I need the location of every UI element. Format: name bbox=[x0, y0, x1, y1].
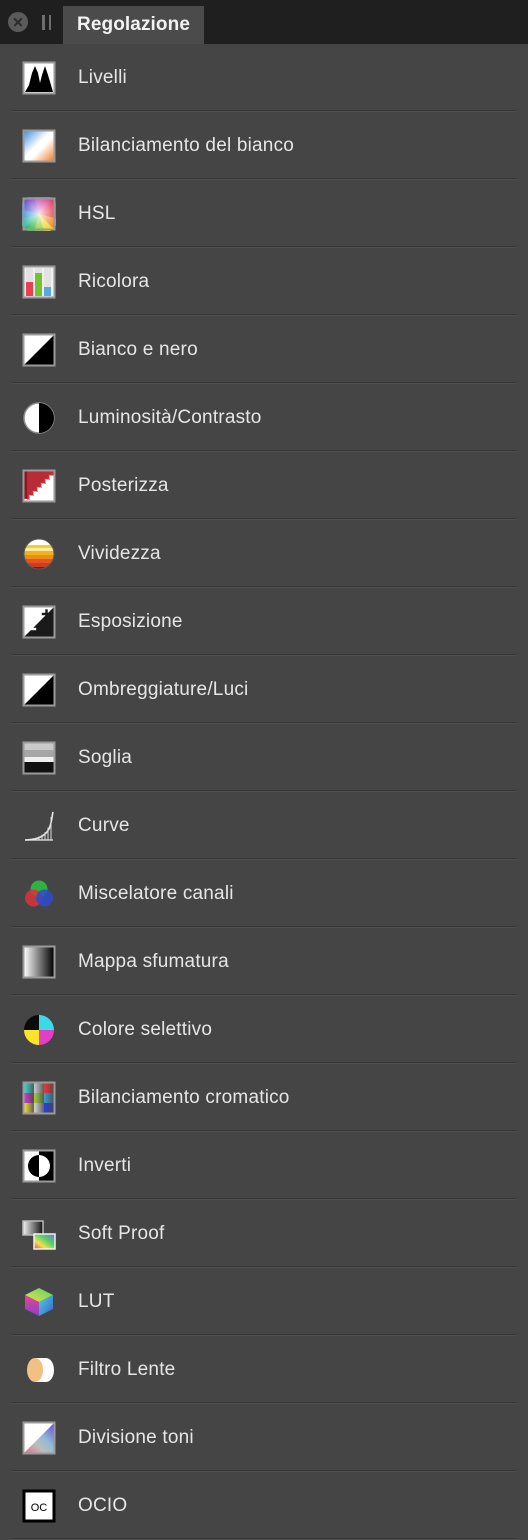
list-item-label: Livelli bbox=[78, 67, 127, 88]
titlebar-controls bbox=[0, 0, 63, 44]
list-item-label: Bilanciamento cromatico bbox=[78, 1087, 290, 1108]
list-item-label: Filtro Lente bbox=[78, 1359, 176, 1380]
svg-text:OC: OC bbox=[31, 1502, 48, 1514]
black-white-diagonal-icon bbox=[22, 333, 56, 367]
list-item-label: Divisione toni bbox=[78, 1427, 194, 1448]
drag-grip-icon[interactable] bbox=[42, 14, 51, 30]
list-item[interactable]: Ricolora bbox=[0, 248, 528, 316]
threshold-bands-icon bbox=[22, 741, 56, 775]
tab-strip-empty bbox=[204, 0, 528, 44]
list-item-label: Ricolora bbox=[78, 271, 150, 292]
list-item-label: Luminosità/Contrasto bbox=[78, 407, 262, 428]
shadows-highlights-icon bbox=[22, 673, 56, 707]
list-item[interactable]: LUT bbox=[0, 1268, 528, 1336]
list-item[interactable]: Soglia bbox=[0, 724, 528, 792]
posterize-steps-icon bbox=[22, 469, 56, 503]
lens-filter-icon bbox=[22, 1353, 56, 1387]
ocio-icon: OC bbox=[22, 1489, 56, 1523]
list-item-label: Esposizione bbox=[78, 611, 183, 632]
list-item-label: Mappa sfumatura bbox=[78, 951, 229, 972]
list-item-label: Ombreggiature/Luci bbox=[78, 679, 249, 700]
list-item[interactable]: Filtro Lente bbox=[0, 1336, 528, 1404]
white-balance-icon bbox=[22, 129, 56, 163]
list-item-label: Inverti bbox=[78, 1155, 132, 1176]
gradient-map-icon bbox=[22, 945, 56, 979]
list-item-label: Vividezza bbox=[78, 543, 161, 564]
list-item-label: Colore selettivo bbox=[78, 1019, 213, 1040]
list-item[interactable]: Luminosità/Contrasto bbox=[0, 384, 528, 452]
list-item[interactable]: Esposizione bbox=[0, 588, 528, 656]
list-item[interactable]: Miscelatore canali bbox=[0, 860, 528, 928]
tab-label: Regolazione bbox=[77, 14, 191, 35]
list-item[interactable]: Curve bbox=[0, 792, 528, 860]
list-item[interactable]: HSL bbox=[0, 180, 528, 248]
list-item-label: Soft Proof bbox=[78, 1223, 165, 1244]
close-icon[interactable] bbox=[8, 12, 28, 32]
color-wheel-icon bbox=[22, 197, 56, 231]
list-item[interactable]: Mappa sfumatura bbox=[0, 928, 528, 996]
list-item-label: LUT bbox=[78, 1291, 115, 1312]
list-item[interactable]: Bilanciamento del bianco bbox=[0, 112, 528, 180]
color-balance-grid-icon bbox=[22, 1081, 56, 1115]
list-item[interactable]: Bilanciamento cromatico bbox=[0, 1064, 528, 1132]
list-item[interactable]: Livelli bbox=[0, 44, 528, 112]
list-item[interactable]: Inverti bbox=[0, 1132, 528, 1200]
soft-proof-icon bbox=[22, 1217, 56, 1251]
brightness-contrast-circle-icon bbox=[22, 401, 56, 435]
adjustment-list: Livelli Bilanciamento del bianco HSL Ric… bbox=[0, 44, 528, 1540]
recolor-bars-icon bbox=[22, 265, 56, 299]
lut-cube-icon bbox=[22, 1285, 56, 1319]
list-item-label: Miscelatore canali bbox=[78, 883, 234, 904]
selective-color-pie-icon bbox=[22, 1013, 56, 1047]
list-item[interactable]: Divisione toni bbox=[0, 1404, 528, 1472]
vibrance-sphere-icon bbox=[22, 537, 56, 571]
exposure-plus-minus-icon bbox=[22, 605, 56, 639]
list-item[interactable]: Colore selettivo bbox=[0, 996, 528, 1064]
invert-icon bbox=[22, 1149, 56, 1183]
list-item-label: Bianco e nero bbox=[78, 339, 198, 360]
panel-titlebar: Regolazione bbox=[0, 0, 528, 44]
list-item[interactable]: Soft Proof bbox=[0, 1200, 528, 1268]
channel-mixer-venn-icon bbox=[22, 877, 56, 911]
list-item[interactable]: OC OCIO bbox=[0, 1472, 528, 1540]
list-item[interactable]: Posterizza bbox=[0, 452, 528, 520]
list-item-label: HSL bbox=[78, 203, 116, 224]
list-item[interactable]: Vividezza bbox=[0, 520, 528, 588]
list-item-label: OCIO bbox=[78, 1495, 128, 1516]
curves-icon bbox=[22, 809, 56, 843]
list-item-label: Posterizza bbox=[78, 475, 169, 496]
split-toning-icon bbox=[22, 1421, 56, 1455]
list-item-label: Bilanciamento del bianco bbox=[78, 135, 295, 156]
list-item[interactable]: Ombreggiature/Luci bbox=[0, 656, 528, 724]
list-item[interactable]: Bianco e nero bbox=[0, 316, 528, 384]
tab-regolazione[interactable]: Regolazione bbox=[63, 6, 205, 44]
list-item-label: Curve bbox=[78, 815, 130, 836]
list-item-label: Soglia bbox=[78, 747, 133, 768]
histogram-icon bbox=[22, 61, 56, 95]
